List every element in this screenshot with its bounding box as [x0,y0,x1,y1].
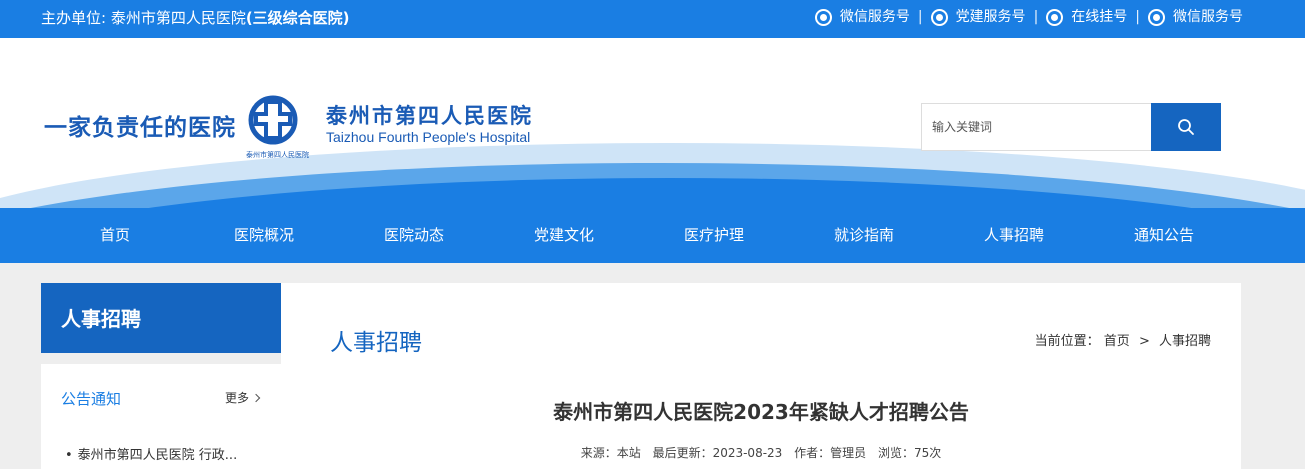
top-link-label: 党建服务号 [955,9,1026,25]
separator: | [1033,9,1039,25]
article-meta: 来源：本站 最后更新：2023-08-23 作者：管理员 浏览：75次 [281,444,1241,461]
top-links: 微信服务号 | 党建服务号 | 在线挂号 | 微信服务号 [814,7,1243,27]
hospital-name-cn: 泰州市第四人民医院 [326,103,533,128]
site-header: 一家负责任的医院 泰州市第四人民医院 泰州市第四人民医院 Taizhou Fou… [0,38,1305,208]
breadcrumb-current[interactable]: 人事招聘 [1159,334,1211,349]
separator: | [917,9,923,25]
nav-item-party[interactable]: 党建文化 [534,208,594,263]
more-label: 更多 [224,391,249,405]
top-link-label: 在线挂号 [1071,9,1128,25]
search-input[interactable] [921,103,1151,151]
article-title: 泰州市第四人民医院2023年紧缺人才招聘公告 [553,400,969,424]
article-views: 浏览：75次 [877,446,942,460]
wechat-icon [814,8,832,26]
more-link[interactable]: 更多 [225,389,259,406]
separator: | [1135,9,1140,25]
sidebar-title: 人事招聘 [41,283,281,353]
logo-subtext: 泰州市第四人民医院 [246,151,309,159]
nav-item-home[interactable]: 首页 [100,208,130,263]
slogan: 一家负责任的医院 [44,114,236,141]
nav-item-guide[interactable]: 就诊指南 [834,208,894,263]
top-link-wechat[interactable]: 微信服务号 [814,7,910,27]
breadcrumb-home[interactable]: 首页 [1104,334,1130,349]
top-link-wechat-2[interactable]: 微信服务号 [1148,7,1243,27]
top-bar: 主办单位: 泰州市第四人民医院(三级综合医院) 微信服务号 | 党建服务号 | … [0,0,1305,38]
party-service-icon [930,8,948,26]
top-link-label: 微信服务号 [839,9,910,25]
host-level: (三级综合医院) [245,9,350,27]
nav-item-recruitment[interactable]: 人事招聘 [984,208,1044,263]
nav-item-overview[interactable]: 医院概况 [234,208,294,263]
search-icon [1178,119,1194,135]
main-nav: 首页 医院概况 医院动态 党建文化 医疗护理 就诊指南 人事招聘 通知公告 [0,208,1305,263]
host-unit: 主办单位: 泰州市第四人民医院(三级综合医院) [41,8,350,28]
list-item[interactable]: 泰州市第四人民医院 行政... [65,444,255,463]
nav-item-notices[interactable]: 通知公告 [1134,208,1194,263]
sidebar-section-title: 公告通知 [61,390,122,408]
breadcrumb-separator: > [1138,334,1150,349]
page-title: 人事招聘 [330,330,422,356]
top-link-party[interactable]: 党建服务号 [930,7,1026,27]
search-box [921,103,1221,151]
top-link-register[interactable]: 在线挂号 [1046,7,1127,27]
wechat-icon [1148,8,1165,26]
sidebar-notices: 公告通知 更多 泰州市第四人民医院 行政... [41,364,281,469]
main-content: 人事招聘 当前位置： 首页 > 人事招聘 泰州市第四人民医院2023年紧缺人才招… [281,283,1241,469]
online-register-icon [1046,8,1064,26]
nav-item-medical[interactable]: 医疗护理 [684,208,744,263]
search-button[interactable] [1151,103,1221,151]
article-author: 作者：管理员 [794,446,867,460]
article-updated: 最后更新：2023-08-23 [652,446,783,460]
breadcrumb: 当前位置： 首页 > 人事招聘 [1035,330,1211,349]
host-label: 主办单位: 泰州市第四人民医院 [41,9,246,27]
breadcrumb-prefix: 当前位置： [1034,334,1100,349]
article-source: 来源：本站 [580,446,641,460]
hospital-name-en: Taizhou Fourth People's Hospital [326,129,531,145]
nav-item-news[interactable]: 医院动态 [384,208,444,263]
top-link-label: 微信服务号 [1173,9,1243,25]
